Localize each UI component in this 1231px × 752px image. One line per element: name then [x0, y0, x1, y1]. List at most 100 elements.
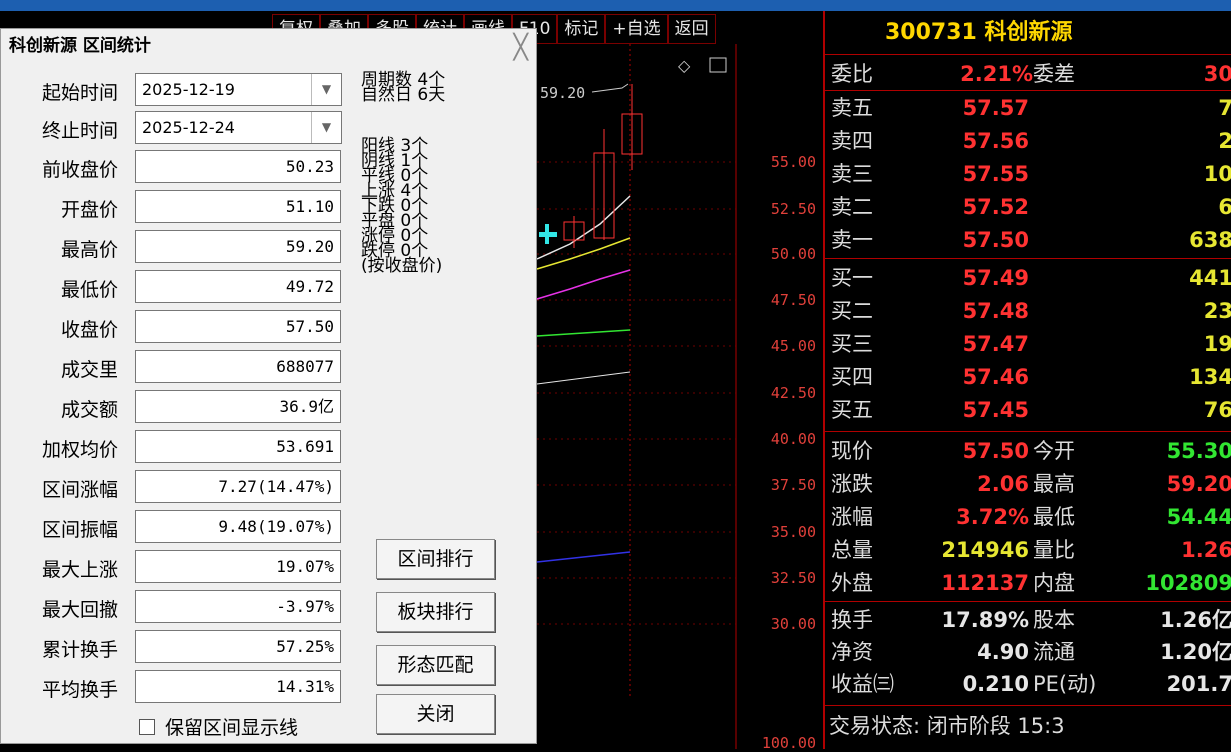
stat-field-label: 最大上涨: [41, 559, 118, 581]
stat-field-value[interactable]: 59.20: [135, 230, 341, 263]
buys-price: 57.49: [962, 266, 1029, 290]
chevron-down-icon[interactable]: ▼: [311, 112, 341, 143]
sells-row[interactable]: 卖一 57.50 638: [825, 225, 1231, 255]
sector-rank-button[interactable]: 板块排行: [376, 592, 495, 632]
quote-panel: 300731 科创新源 委比 2.21% 委差 30 卖五 57.57 7 卖四 57.…: [823, 11, 1231, 749]
peak-label: 59.20: [540, 84, 585, 102]
stat-value2: 1.26: [1181, 538, 1231, 562]
stat-field-value[interactable]: -3.97%: [135, 590, 341, 623]
stat-field-value[interactable]: 36.9亿: [135, 390, 341, 423]
stat-field-value[interactable]: 57.25%: [135, 630, 341, 663]
sells-qty: 7: [1218, 96, 1231, 120]
chevron-down-icon[interactable]: ▼: [311, 74, 341, 105]
ma-magenta: [536, 269, 631, 300]
stat-value2: 55.30: [1166, 439, 1231, 463]
weicha-label: 委差: [1033, 62, 1075, 86]
price-tick: 35.00: [770, 523, 816, 541]
sells-price: 57.55: [962, 162, 1029, 186]
stat-field-value[interactable]: 57.50: [135, 310, 341, 343]
price-tick: 40.00: [770, 430, 816, 448]
stat-field-label: 最低价: [60, 279, 118, 301]
stat-field-value[interactable]: 50.23: [135, 150, 341, 183]
stat-value: 3.72%: [956, 505, 1029, 529]
stat-field-label: 累计换手: [41, 639, 118, 661]
checkbox-label: 保留区间显示线: [165, 717, 299, 739]
buys-qty: 76: [1203, 398, 1231, 422]
sells-row[interactable]: 卖三 57.55 10: [825, 159, 1231, 189]
buys-label: 买五: [831, 398, 873, 422]
end-date-value: 2025-12-24: [142, 118, 235, 137]
sells-row[interactable]: 卖五 57.57 7: [825, 93, 1231, 123]
ma-green: [536, 329, 631, 337]
stat-field-value[interactable]: 49.72: [135, 270, 341, 303]
stat-field-label: 前收盘价: [41, 159, 118, 181]
end-date-select[interactable]: 2025-12-24 ▼: [135, 111, 342, 144]
price-tick: 47.50: [770, 291, 816, 309]
sells-price: 57.56: [962, 129, 1029, 153]
ma-white2: [536, 371, 631, 385]
sells-row[interactable]: 卖四 57.56 2: [825, 126, 1231, 156]
info-list: 阳线 3个 阴线 1个 平线 0个 上涨 4个 下跌 0个 平盘 0个 涨停 0个 跌停 0个…: [361, 138, 442, 275]
stat-field-value[interactable]: 19.07%: [135, 550, 341, 583]
sells-qty: 6: [1218, 195, 1231, 219]
buys-row[interactable]: 买二 57.48 23: [825, 296, 1231, 326]
stat-field-label: 最高价: [60, 239, 118, 261]
buys-label: 买一: [831, 266, 873, 290]
stats-row: 涨幅 3.72% 最低 54.44: [825, 502, 1231, 532]
start-date-select[interactable]: 2025-12-19 ▼: [135, 73, 342, 106]
stat-field-value[interactable]: 53.691: [135, 430, 341, 463]
price-tick: 45.00: [770, 337, 816, 355]
buys-row[interactable]: 买一 57.49 441: [825, 263, 1231, 293]
tb-biaoji[interactable]: 标记: [557, 14, 606, 44]
stats2-row: 收益㈢ 0.210 PE(动) 201.7: [825, 669, 1231, 699]
stat-field-value[interactable]: 51.10: [135, 190, 341, 223]
window-icon[interactable]: [709, 57, 727, 73]
price-tick: 30.00: [770, 615, 816, 633]
checkbox-box[interactable]: [139, 718, 155, 735]
start-date-value: 2025-12-19: [142, 80, 235, 99]
stat-field-value[interactable]: 7.27(14.47%): [135, 470, 341, 503]
stat-field-label: 区间涨幅: [41, 479, 118, 501]
buys-price: 57.47: [962, 332, 1029, 356]
stock-title: 300731 科创新源: [825, 11, 1231, 55]
stat-label2: 量比: [1033, 538, 1075, 562]
stat-label: 涨幅: [831, 505, 873, 529]
sells-row[interactable]: 卖二 57.52 6: [825, 192, 1231, 222]
stat-value2: 102809: [1145, 571, 1231, 595]
stats-row: 现价 57.50 今开 55.30: [825, 436, 1231, 466]
stat-field-label: 成交里: [60, 359, 118, 381]
price-tick: 55.00: [770, 153, 816, 171]
pattern-match-button[interactable]: 形态匹配: [376, 645, 495, 685]
stat-field-value[interactable]: 9.48(19.07%): [135, 510, 341, 543]
close-icon[interactable]: ╳: [514, 33, 528, 61]
keep-range-line-checkbox[interactable]: 保留区间显示线: [139, 713, 298, 740]
tb-fanhui[interactable]: 返回: [667, 14, 716, 44]
divider: [825, 90, 1231, 91]
buys-qty: 23: [1203, 299, 1231, 323]
price-tick: 42.50: [770, 384, 816, 402]
stat-label: 换手: [831, 608, 873, 632]
stat-value2: 1.20亿: [1160, 640, 1231, 664]
close-button[interactable]: 关闭: [376, 694, 495, 734]
sells-price: 57.57: [962, 96, 1029, 120]
price-tick: 32.50: [770, 569, 816, 587]
price-tick: 100.00: [761, 734, 816, 752]
stat-value: 112137: [941, 571, 1029, 595]
buys-row[interactable]: 买三 57.47 19: [825, 329, 1231, 359]
divider: [825, 705, 1231, 706]
stat-label: 收益㈢: [831, 672, 894, 696]
divider: [825, 431, 1231, 432]
buys-label: 买三: [831, 332, 873, 356]
stat-label: 净资: [831, 640, 873, 664]
price-tick: 50.00: [770, 245, 816, 263]
stat-field-value[interactable]: 14.31%: [135, 670, 341, 703]
diamond-icon[interactable]: ◇: [678, 56, 691, 75]
buys-price: 57.45: [962, 398, 1029, 422]
stat-field-value[interactable]: 688077: [135, 350, 341, 383]
stat-value2: 54.44: [1166, 505, 1231, 529]
buys-row[interactable]: 买五 57.45 76: [825, 395, 1231, 425]
dialog-title: 科创新源 区间统计: [1, 29, 536, 63]
tb-zixuan[interactable]: +自选: [605, 14, 668, 44]
range-rank-button[interactable]: 区间排行: [376, 539, 495, 579]
buys-row[interactable]: 买四 57.46 134: [825, 362, 1231, 392]
